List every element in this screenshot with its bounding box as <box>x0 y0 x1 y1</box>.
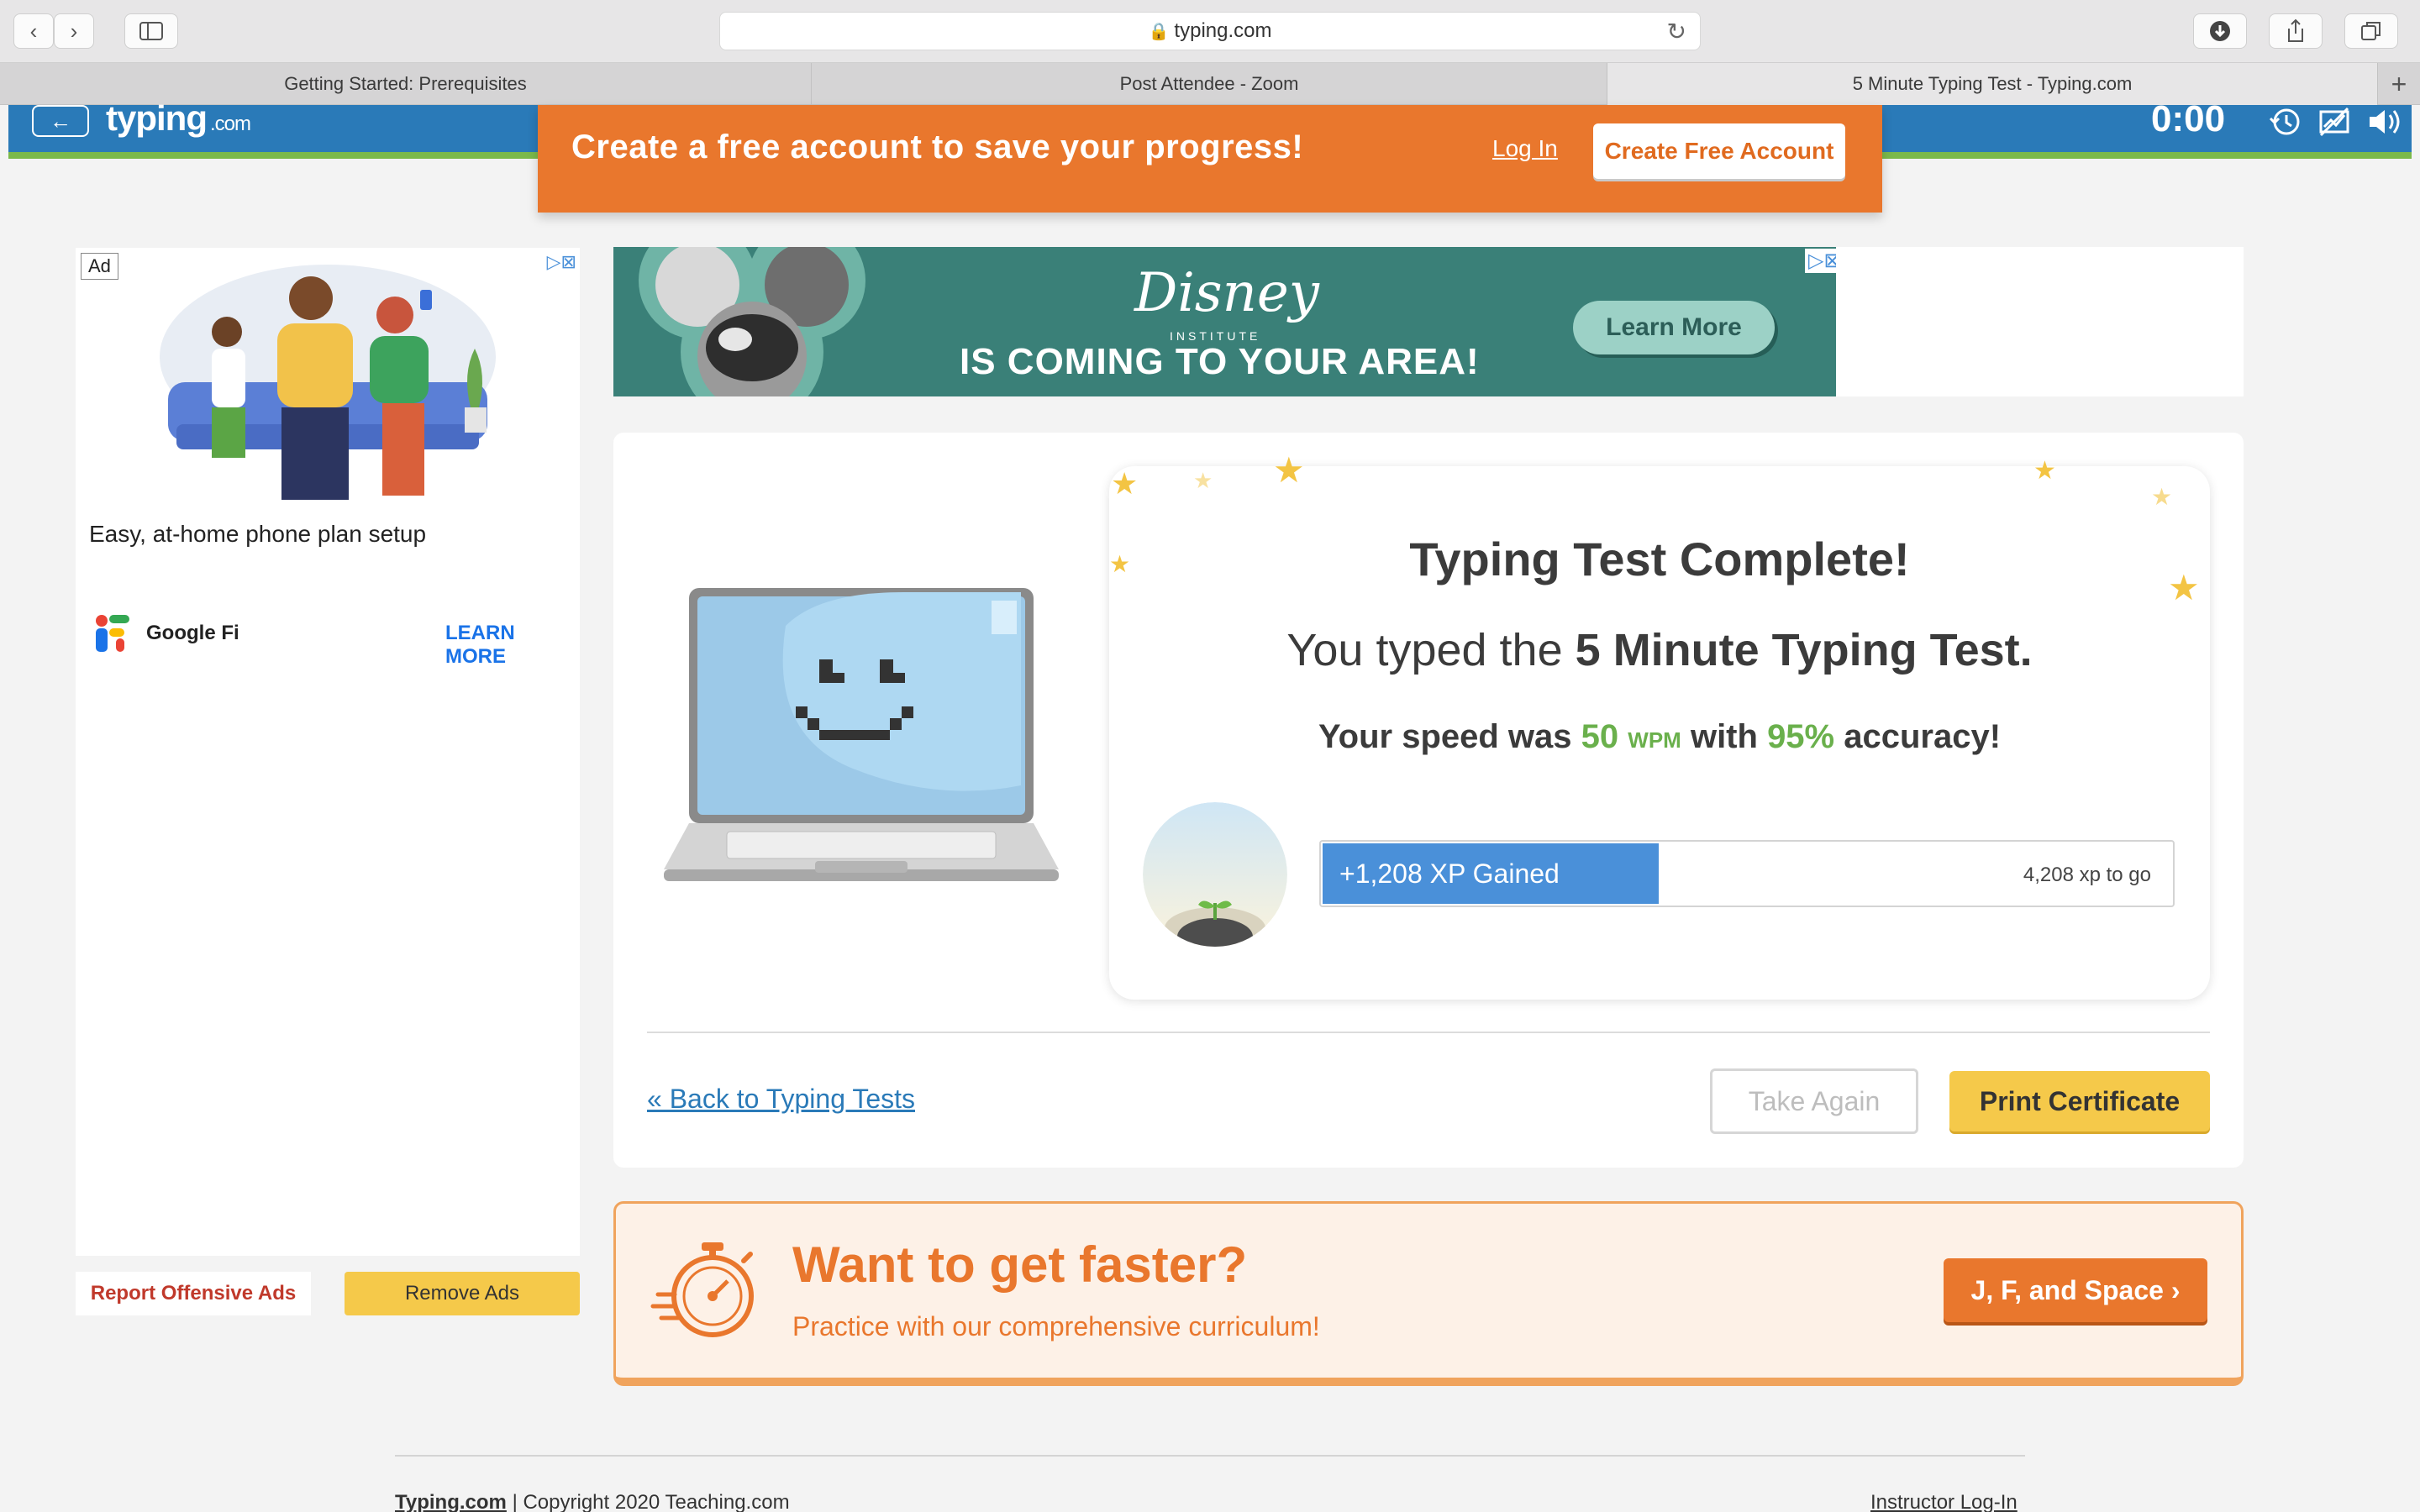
print-certificate-button[interactable]: Print Certificate <box>1949 1071 2210 1131</box>
start-lesson-button[interactable]: J, F, and Space › <box>1944 1258 2207 1322</box>
tab-label: 5 Minute Typing Test - Typing.com <box>1852 73 2133 94</box>
tab-typing-test[interactable]: 5 Minute Typing Test - Typing.com <box>1607 63 2378 105</box>
sidebar-ad[interactable]: Ad ▷⊠ Easy, at-home phone plan setup Goo… <box>76 248 580 1256</box>
star-icon: ★ <box>2033 457 2056 485</box>
wpm-value: 50 <box>1581 718 1619 755</box>
logo-suffix: .com <box>209 113 251 135</box>
accuracy-suffix: accuracy! <box>1844 718 2002 755</box>
disney-learn-more-button[interactable]: Learn More <box>1573 301 1775 354</box>
signup-banner: Create a free account to save your progr… <box>538 105 1882 213</box>
sidebar-toggle-button[interactable] <box>124 13 178 49</box>
footer-brand-link[interactable]: Typing.com <box>395 1491 507 1512</box>
new-tab-button[interactable]: + <box>2378 63 2420 105</box>
google-fi-logo <box>96 615 129 652</box>
xp-progress-bar: +1,208 XP Gained 4,208 xp to go <box>1319 840 2175 907</box>
practice-promo-card: Want to get faster? Practice with our co… <box>613 1201 2244 1386</box>
tab-bar: Getting Started: Prerequisites Post Atte… <box>0 63 2420 105</box>
disney-banner-ad[interactable]: Disney INSTITUTE IS COMING TO YOUR AREA!… <box>613 247 1836 396</box>
history-icon[interactable] <box>2269 105 2302 146</box>
back-to-tests-link[interactable]: « Back to Typing Tests <box>647 1084 915 1115</box>
plus-icon: + <box>2391 68 2407 99</box>
create-account-button[interactable]: Create Free Account <box>1593 123 1845 179</box>
speed-prefix: Your speed was <box>1318 718 1572 755</box>
ad-close-icon[interactable]: ▷⊠ <box>547 251 576 273</box>
ad-learn-more-link[interactable]: LEARN MORE <box>445 622 580 669</box>
footer-copyright-text: Copyright 2020 <box>523 1491 660 1512</box>
footer-separator: | <box>512 1491 523 1512</box>
forward-nav-button[interactable]: › <box>54 13 94 49</box>
typed-prefix: You typed the <box>1286 625 1563 675</box>
share-icon <box>2288 18 2303 42</box>
arrow-left-icon: ← <box>50 108 71 134</box>
downloads-button[interactable] <box>2193 13 2247 49</box>
star-icon: ★ <box>2151 484 2173 510</box>
advertiser-name: Google Fi <box>146 622 239 644</box>
logo-text: typing <box>106 98 208 138</box>
address-bar[interactable]: 🔒 typing.com ↻ <box>719 12 1701 50</box>
reload-icon[interactable]: ↻ <box>1667 18 1686 45</box>
disney-tagline: IS COMING TO YOUR AREA! <box>960 341 1480 382</box>
promo-subtitle: Practice with our comprehensive curricul… <box>792 1311 1320 1341</box>
speed-with: with <box>1690 718 1758 755</box>
ad-headline: Easy, at-home phone plan setup <box>89 521 427 547</box>
ad-close-icon[interactable]: ▷⊠ <box>1805 249 1836 273</box>
tab-label: Getting Started: Prerequisites <box>284 73 527 94</box>
stopwatch-icon <box>650 1242 754 1337</box>
speed-line: Your speed was 50 WPM with 95% accuracy! <box>1109 718 2210 756</box>
download-icon <box>2210 21 2230 41</box>
results-speech-bubble: ★ ★ ★ ★ ★ ★ ★ Typing Test Complete! You … <box>1109 450 2210 1000</box>
footer-divider <box>395 1455 2025 1457</box>
xp-progress-fill: +1,208 XP Gained <box>1323 843 1659 904</box>
footer-company[interactable]: Teaching.com <box>665 1491 789 1512</box>
divider <box>647 1032 2210 1033</box>
back-nav-button[interactable]: ‹ <box>13 13 54 49</box>
footer-copyright: Typing.com | Copyright 2020 Teaching.com <box>395 1491 790 1512</box>
tabs-overview-button[interactable] <box>2344 13 2398 49</box>
chevron-left-icon: ‹ <box>29 18 38 44</box>
ad-label: Ad <box>81 253 118 280</box>
promo-title: Want to get faster? <box>792 1236 1248 1293</box>
star-icon: ★ <box>1273 450 1305 490</box>
family-illustration <box>160 265 496 500</box>
report-ads-button[interactable]: Report Offensive Ads <box>76 1272 311 1315</box>
top-ad-container: Disney INSTITUTE IS COMING TO YOUR AREA!… <box>613 247 2244 396</box>
chevron-right-icon: › <box>70 18 78 44</box>
timer: 0:00 <box>2151 98 2226 139</box>
star-icon: ★ <box>1193 468 1213 493</box>
banner-message: Create a free account to save your progr… <box>571 129 1304 165</box>
mickey-ears-image <box>639 247 865 396</box>
share-button[interactable] <box>2269 13 2323 49</box>
accuracy-value: 95% <box>1767 718 1835 755</box>
tabs-icon <box>2361 22 2381 40</box>
results-card: ★ ★ ★ ★ ★ ★ ★ Typing Test Complete! You … <box>613 433 2244 1168</box>
take-again-button[interactable]: Take Again <box>1710 1068 1918 1134</box>
seedling-avatar <box>1143 802 1287 947</box>
results-title: Typing Test Complete! <box>1409 533 1910 585</box>
wpm-unit: WPM <box>1628 727 1681 753</box>
tab-label: Post Attendee - Zoom <box>1119 73 1299 94</box>
xp-to-go: 4,208 xp to go <box>2023 864 2151 886</box>
test-name: 5 Minute Typing Test. <box>1575 625 2033 675</box>
browser-toolbar: ‹ › 🔒 typing.com ↻ <box>0 0 2420 63</box>
star-icon: ★ <box>1111 466 1139 501</box>
remove-ads-button[interactable]: Remove Ads <box>345 1272 580 1315</box>
smiling-laptop-illustration <box>664 588 1059 881</box>
login-link[interactable]: Log In <box>1492 135 1558 162</box>
typed-test-line: You typed the 5 Minute Typing Test. <box>1109 624 2210 676</box>
disney-logo: Disney <box>1134 262 1319 324</box>
site-logo[interactable]: typing .com <box>106 98 251 139</box>
chart-off-icon[interactable] <box>2317 105 2351 146</box>
lock-icon: 🔒 <box>1148 22 1170 41</box>
sidebar-icon <box>139 22 163 40</box>
volume-icon[interactable] <box>2366 105 2403 146</box>
tab-zoom[interactable]: Post Attendee - Zoom <box>812 63 1607 105</box>
url-text: typing.com <box>1174 19 1272 42</box>
site-back-button[interactable]: ← <box>32 105 89 137</box>
instructor-login-link[interactable]: Instructor Log-In <box>1870 1491 2018 1512</box>
